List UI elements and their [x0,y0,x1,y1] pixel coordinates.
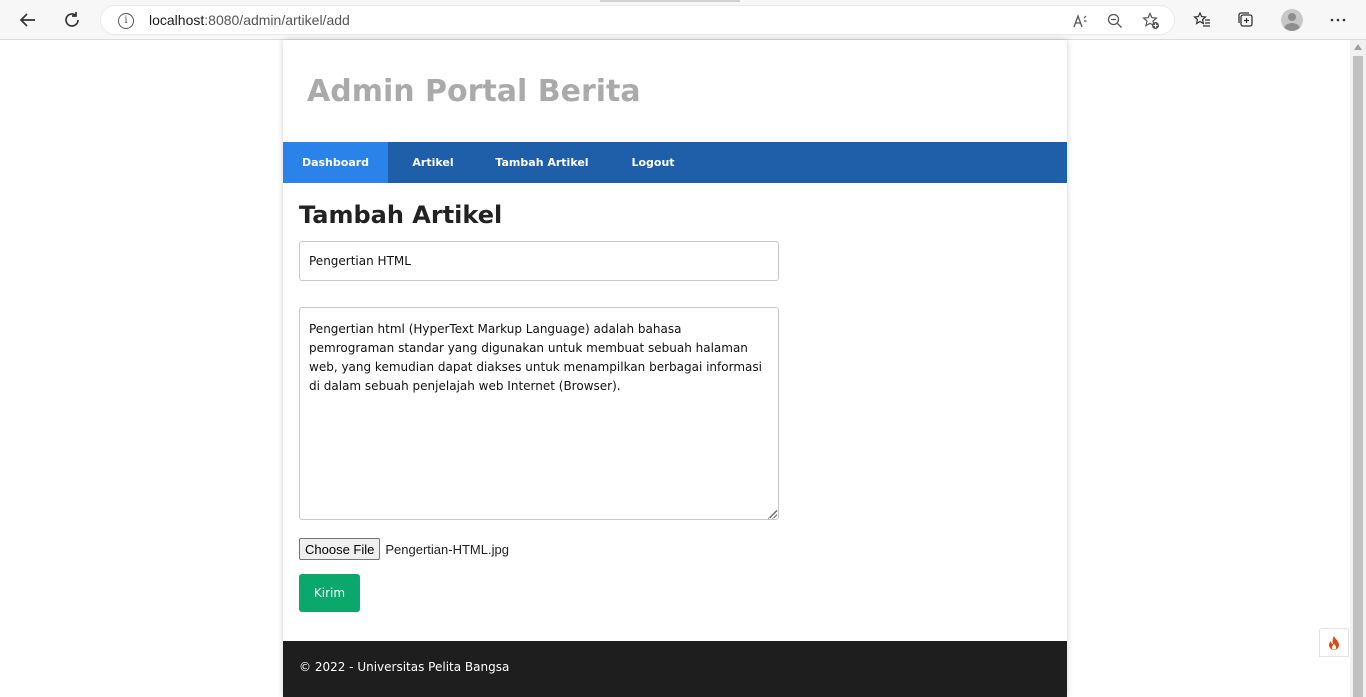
file-upload: Choose File Pengertian-HTML.jpg [299,538,509,560]
page-container: Admin Portal Berita Dashboard Artikel Ta… [283,40,1067,697]
content-textarea[interactable]: Pengertian html (HyperText Markup Langua… [299,307,779,520]
nav-dashboard[interactable]: Dashboard [283,142,388,183]
selected-file-name: Pengertian-HTML.jpg [385,541,509,557]
page-heading: Tambah Artikel [299,201,503,229]
url-host: localhost [149,12,205,28]
profile-avatar-icon[interactable] [1281,9,1303,31]
page-viewport: Admin Portal Berita Dashboard Artikel Ta… [0,40,1366,697]
site-header: Admin Portal Berita [283,40,1067,142]
collections-icon[interactable] [1234,8,1258,32]
add-favorite-icon[interactable] [1140,10,1162,32]
footer-text: © 2022 - Universitas Pelita Bangsa [299,660,510,674]
back-arrow-icon[interactable] [14,6,42,34]
submit-button[interactable]: Kirim [299,574,360,612]
zoom-out-icon[interactable] [1104,10,1126,32]
site-title: Admin Portal Berita [307,74,641,109]
browser-toolbar: i localhost:8080/admin/artikel/add [0,0,1366,40]
page-scrollbar[interactable] [1350,40,1366,697]
reload-icon[interactable] [58,6,86,34]
favorites-icon[interactable] [1190,8,1214,32]
nav-tambah-artikel[interactable]: Tambah Artikel [478,142,606,183]
scroll-up-arrow-icon[interactable] [1354,44,1362,50]
tab-strip [600,0,740,2]
codeigniter-flame-icon[interactable] [1319,628,1349,657]
title-input[interactable] [299,241,779,281]
nav-artikel[interactable]: Artikel [388,142,478,183]
site-info-icon[interactable]: i [118,13,134,29]
address-bar[interactable]: i localhost:8080/admin/artikel/add [100,5,1175,35]
url-path: :8080/admin/artikel/add [204,12,350,28]
choose-file-button[interactable]: Choose File [299,538,381,560]
textarea-resize-grip[interactable] [768,510,777,519]
read-aloud-icon[interactable] [1069,10,1091,32]
scrollbar-thumb[interactable] [1353,56,1363,697]
main-nav: Dashboard Artikel Tambah Artikel Logout [283,142,1067,183]
site-footer: © 2022 - Universitas Pelita Bangsa [283,641,1067,697]
more-menu-icon[interactable] [1326,8,1350,32]
nav-logout[interactable]: Logout [606,142,700,183]
url-text[interactable]: localhost:8080/admin/artikel/add [149,12,350,28]
